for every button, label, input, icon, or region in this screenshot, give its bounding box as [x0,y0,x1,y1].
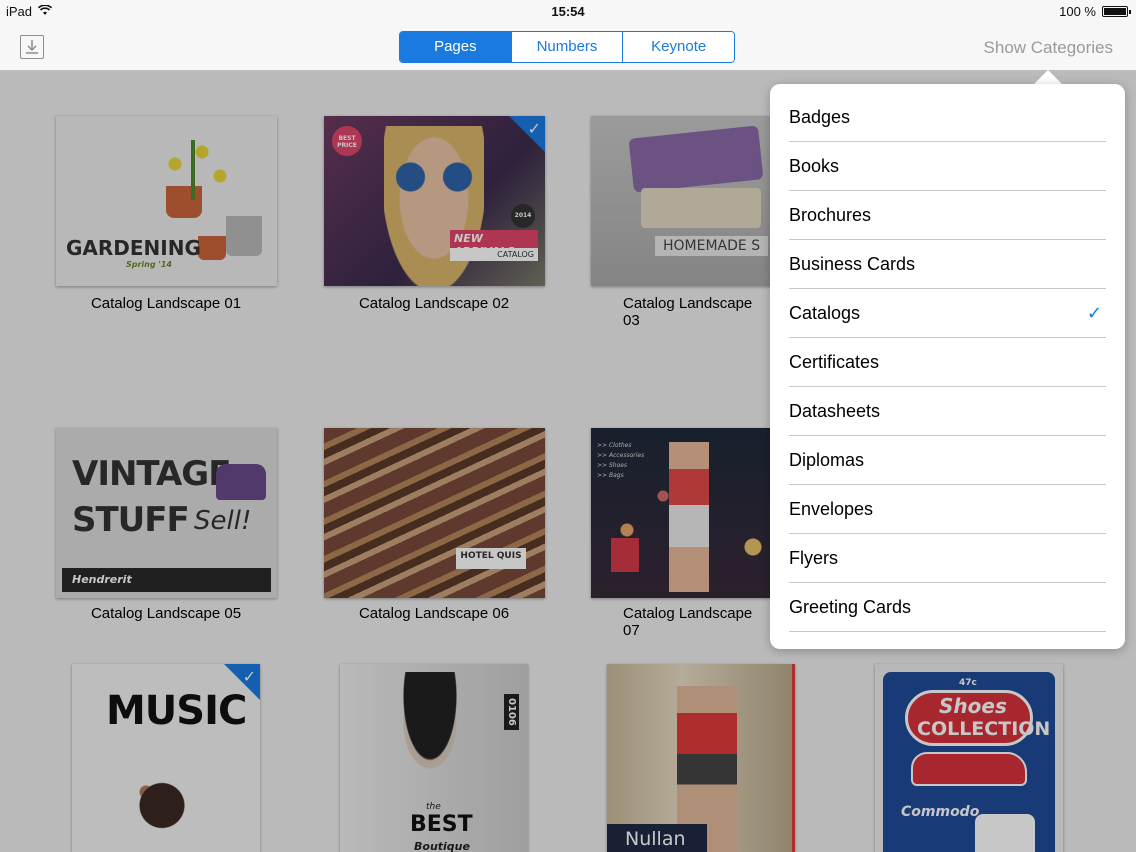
category-datasheets[interactable]: Datasheets [789,387,1106,436]
download-icon[interactable] [20,35,44,59]
categories-popover: Badges Books Brochures Business Cards Ca… [770,84,1125,649]
category-certificates[interactable]: Certificates [789,338,1106,387]
category-flyers[interactable]: Flyers [789,534,1106,583]
category-label: Catalogs [789,303,861,323]
segment-keynote[interactable]: Keynote [622,32,734,62]
toolbar: Pages Numbers Keynote Show Categories [0,24,1136,71]
battery-icon [1102,6,1131,17]
category-label: Business Cards [789,254,916,274]
category-diplomas[interactable]: Diplomas [789,436,1106,485]
checkmark-icon: ✓ [1086,303,1102,323]
category-books[interactable]: Books [789,142,1106,191]
category-label: Diplomas [789,450,865,470]
category-catalogs[interactable]: Catalogs ✓ [789,289,1106,338]
category-label: Books [789,156,840,176]
battery-percent: 100 % [1059,4,1096,19]
show-categories-button[interactable]: Show Categories [984,38,1113,58]
category-label: Datasheets [789,401,881,421]
status-bar: iPad 15:54 100 % [0,0,1136,24]
category-business-cards[interactable]: Business Cards [789,240,1106,289]
category-label: Badges [789,107,851,127]
category-label: Greeting Cards [789,597,912,617]
popover-arrow [1033,70,1063,85]
category-label: Certificates [789,352,880,372]
category-label: Flyers [789,548,838,568]
clock: 15:54 [551,4,585,19]
category-badges[interactable]: Badges [789,93,1106,142]
category-brochures[interactable]: Brochures [789,191,1106,240]
category-label: Brochures [789,205,872,225]
app-segmented-control: Pages Numbers Keynote [399,31,735,63]
category-envelopes[interactable]: Envelopes [789,485,1106,534]
category-greeting-cards[interactable]: Greeting Cards [789,583,1106,632]
category-label: Envelopes [789,499,874,519]
segment-numbers[interactable]: Numbers [510,32,623,62]
segment-pages[interactable]: Pages [400,32,511,62]
